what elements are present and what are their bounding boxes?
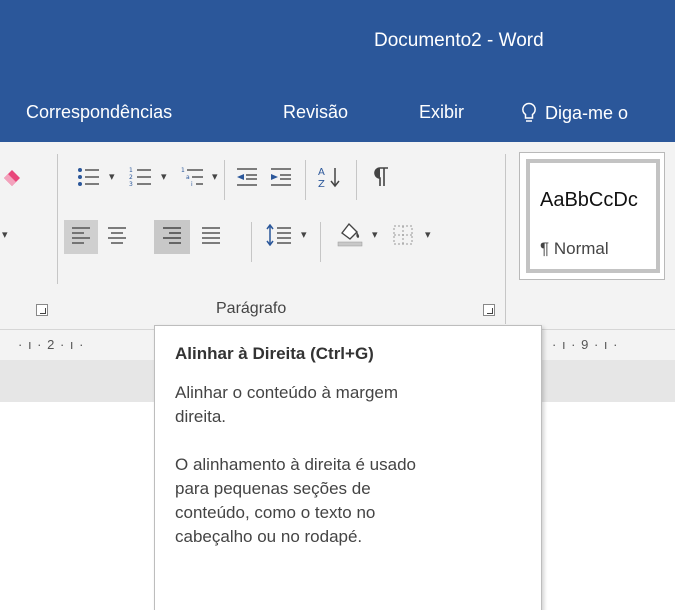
increase-indent-button[interactable] <box>264 162 298 196</box>
multilevel-list-icon: 1 a i <box>181 166 205 193</box>
tab-exibir[interactable]: Exibir <box>419 102 464 123</box>
sort-icon: A Z <box>317 165 341 194</box>
paragraph-group-label: Parágrafo <box>216 300 287 317</box>
decrease-indent-icon <box>235 166 259 193</box>
svg-text:A: A <box>318 167 325 178</box>
tooltip-line: para pequenas seções de <box>175 479 371 498</box>
align-right-button[interactable] <box>154 220 190 254</box>
svg-text:1: 1 <box>129 167 133 174</box>
tooltip-line: Alinhar o conteúdo à margem <box>175 383 399 402</box>
borders-dropdown[interactable]: ▾ <box>425 228 431 241</box>
styles-gallery: AaBbCcDc ¶ Normal <box>519 152 665 280</box>
shading-icon <box>336 221 364 252</box>
bullets-dropdown[interactable]: ▾ <box>109 170 115 183</box>
svg-text:3: 3 <box>129 181 133 188</box>
line-spacing-icon <box>266 223 292 251</box>
tooltip-line: conteúdo, como o texto no <box>175 503 376 522</box>
justify-button[interactable] <box>194 220 228 254</box>
tooltip-line: direita. <box>175 407 227 426</box>
svg-text:i: i <box>191 181 193 188</box>
window-title: Documento2 - Word <box>374 30 544 51</box>
ribbon-divider <box>356 160 357 200</box>
align-right-tooltip: Alinhar à Direita (Ctrl+G) Alinhar o con… <box>154 325 542 610</box>
ribbon-divider <box>224 160 225 200</box>
align-center-icon <box>106 226 128 249</box>
line-spacing-dropdown[interactable]: ▾ <box>301 228 307 241</box>
multilevel-list-button[interactable]: 1 a i <box>176 162 210 196</box>
tell-me-label: Diga-me o <box>545 102 629 123</box>
eraser-icon <box>2 166 26 193</box>
ribbon-divider <box>251 222 252 262</box>
tab-correspondencias[interactable]: Correspondências <box>26 102 172 123</box>
tooltip-line: cabeçalho ou no rodapé. <box>175 527 363 546</box>
style-preview-text: AaBbCcDc <box>540 189 638 211</box>
multilevel-dropdown[interactable]: ▾ <box>212 170 218 183</box>
borders-button[interactable] <box>386 220 420 254</box>
align-center-button[interactable] <box>100 220 134 254</box>
svg-text:Z: Z <box>318 179 325 189</box>
justify-icon <box>200 226 222 249</box>
clear-formatting-button[interactable] <box>0 164 28 194</box>
align-left-button[interactable] <box>64 220 98 254</box>
numbering-button[interactable]: 1 2 3 <box>124 162 158 196</box>
tooltip-title: Alinhar à Direita (Ctrl+G) <box>175 344 374 363</box>
decrease-indent-button[interactable] <box>230 162 264 196</box>
numbering-icon: 1 2 3 <box>129 166 153 193</box>
title-bar: Documento2 - Word <box>0 0 675 88</box>
ribbon-divider <box>57 154 58 284</box>
svg-text:2: 2 <box>129 174 133 181</box>
svg-text:a: a <box>186 174 190 181</box>
ribbon-divider <box>320 222 321 262</box>
numbering-dropdown[interactable]: ▾ <box>161 170 167 183</box>
partial-dropdown-arrow[interactable]: ▾ <box>2 228 8 241</box>
shading-button[interactable] <box>330 218 370 254</box>
style-name-label: ¶ Normal <box>540 239 609 258</box>
ribbon-divider <box>305 160 306 200</box>
tab-revisao[interactable]: Revisão <box>283 102 348 123</box>
word-window: Documento2 - Word Correspondências Revis… <box>0 0 675 610</box>
borders-icon <box>392 224 414 251</box>
tooltip-line: O alinhamento à direita é usado <box>175 455 416 474</box>
font-dialog-launcher[interactable] <box>36 304 48 316</box>
pilcrow-icon <box>372 166 390 193</box>
ruler-marks-right: · ı · 9 · ı · <box>552 337 619 352</box>
style-normal-tile[interactable]: AaBbCcDc ¶ Normal <box>526 159 660 273</box>
paragraph-dialog-launcher[interactable] <box>483 304 495 316</box>
ribbon-divider <box>505 154 506 324</box>
tell-me-box[interactable]: Diga-me o <box>521 102 628 124</box>
sort-button[interactable]: A Z <box>312 162 346 196</box>
increase-indent-icon <box>269 166 293 193</box>
align-left-icon <box>70 226 92 249</box>
svg-text:1: 1 <box>181 167 185 174</box>
ribbon-tabs: Correspondências Revisão Exibir Diga-me … <box>0 88 675 142</box>
show-hide-marks-button[interactable] <box>364 162 398 196</box>
line-spacing-button[interactable] <box>260 220 298 254</box>
lightbulb-icon <box>521 102 537 124</box>
bullets-button[interactable] <box>72 162 106 196</box>
shading-dropdown[interactable]: ▾ <box>372 228 378 241</box>
align-right-icon <box>161 226 183 249</box>
bullets-icon <box>77 166 101 193</box>
ribbon-home: ▾ ▾ 1 2 3 ▾ 1 a i ▾ A Z ▾ ▾ ▾ Parágrafo … <box>0 142 675 330</box>
tooltip-gap <box>175 429 521 453</box>
ruler-marks-left: · ı · 2 · ı · <box>18 337 85 352</box>
